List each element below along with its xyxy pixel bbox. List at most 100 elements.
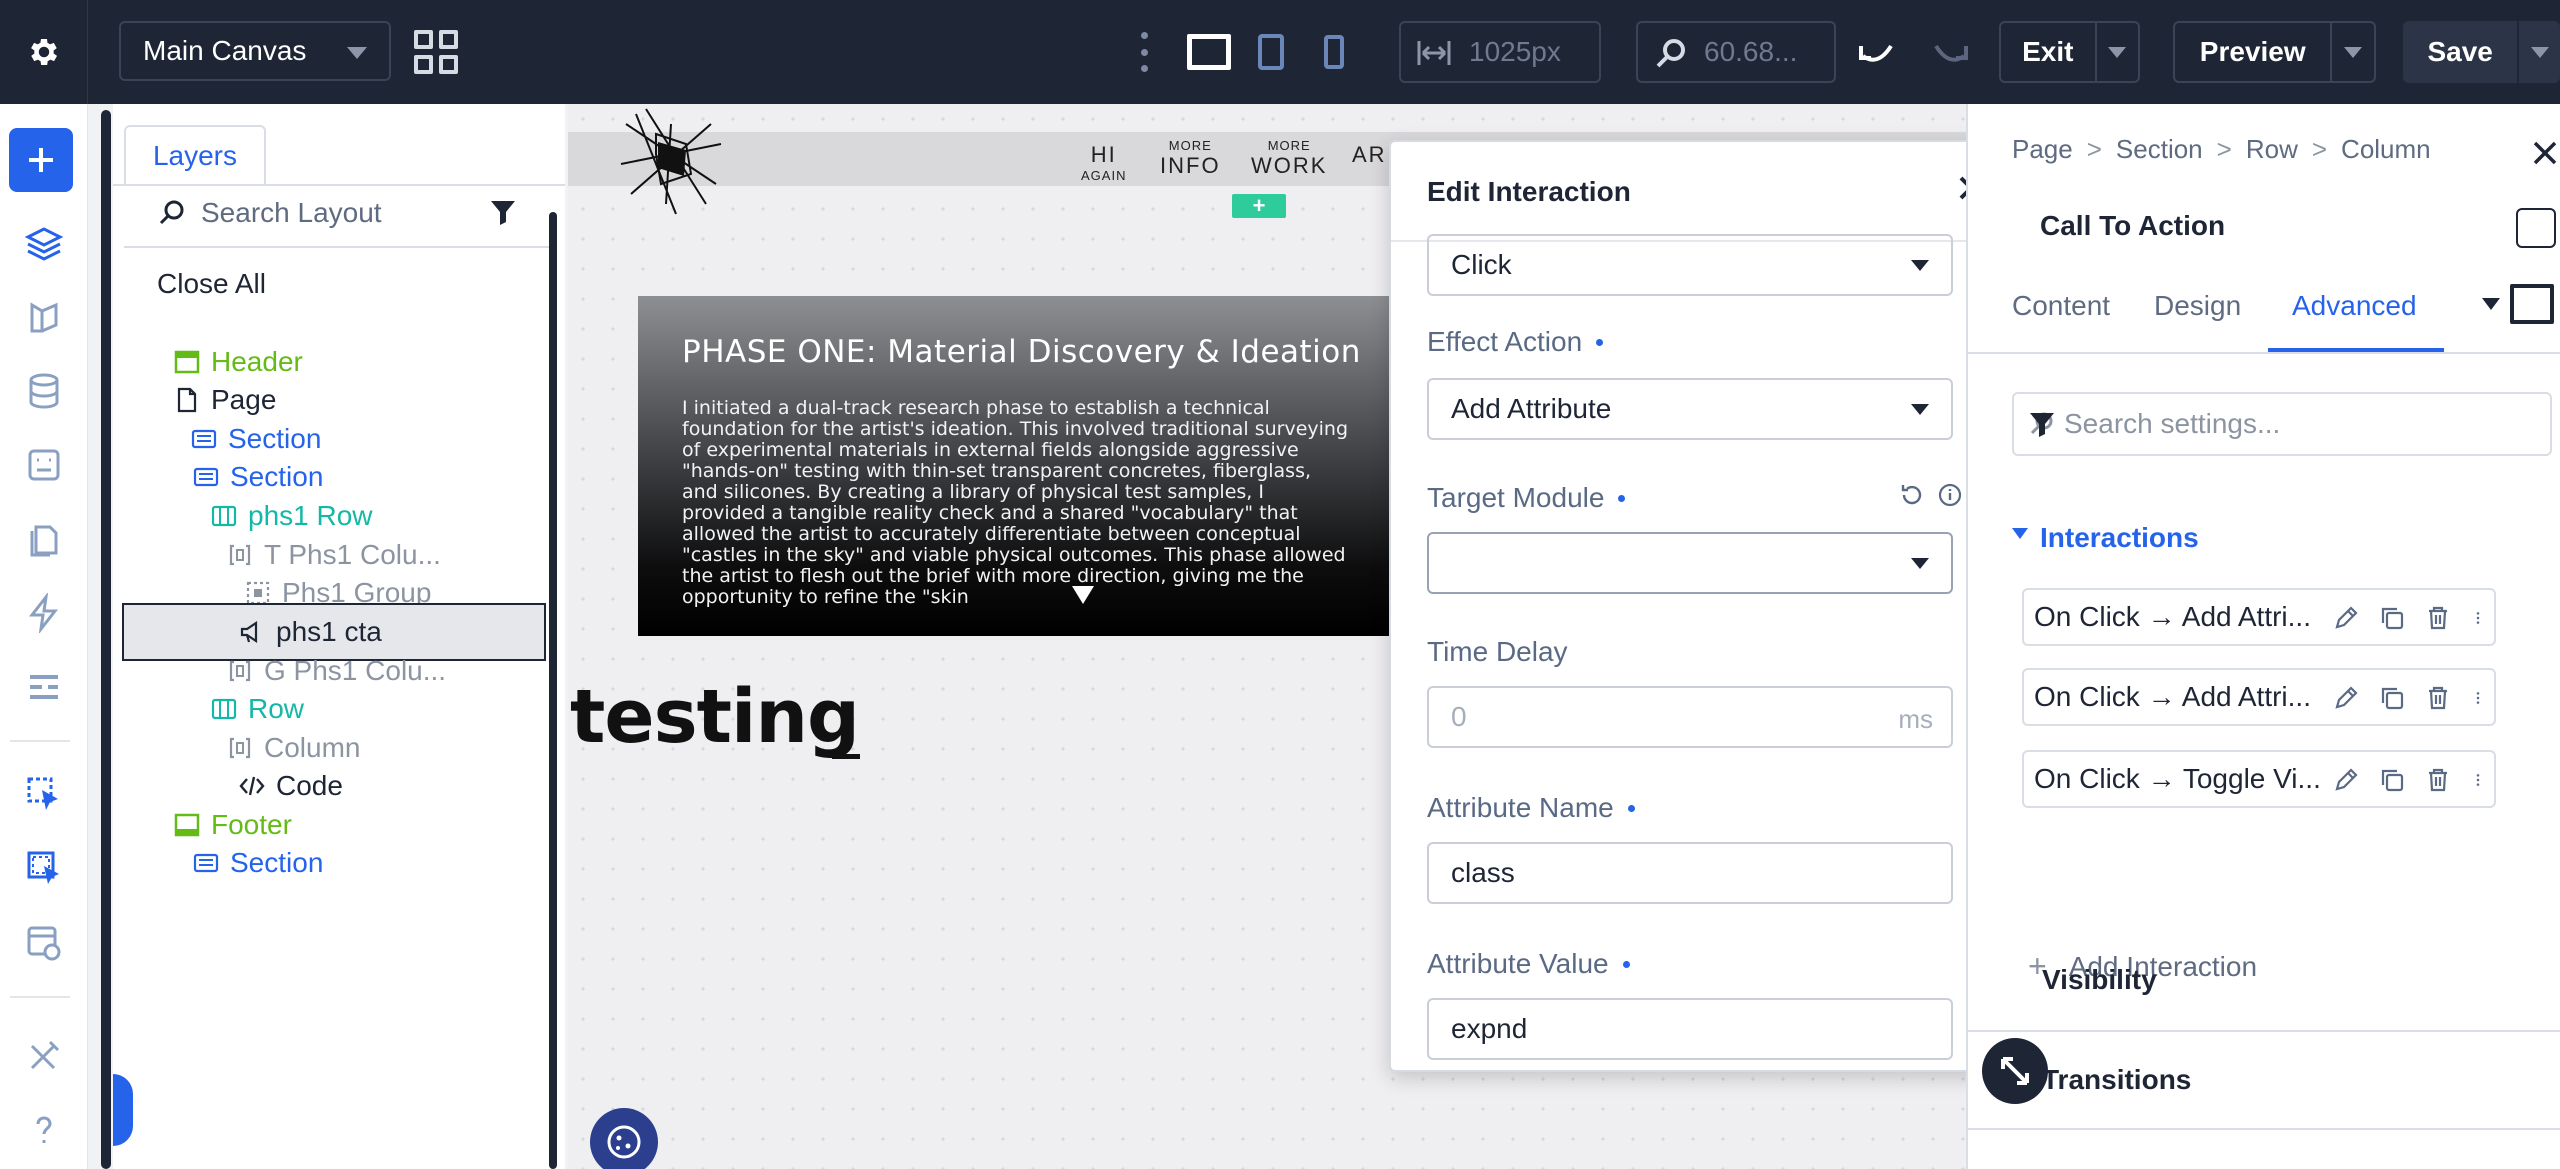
duplicate-icon[interactable] [2378, 604, 2406, 632]
interactions-heading[interactable]: Interactions [2040, 522, 2199, 554]
tab-layers[interactable]: Layers [124, 125, 266, 185]
breadcrumb-row[interactable]: Row [2246, 134, 2298, 165]
chevron-down-icon[interactable] [2012, 528, 2028, 539]
cookie-icon[interactable] [590, 1108, 658, 1169]
panel-toggle-icon[interactable] [2516, 208, 2556, 248]
nav-item-label: AR [1352, 142, 1387, 167]
add-element-button[interactable] [9, 128, 73, 192]
more-vertical-icon[interactable] [2470, 766, 2486, 794]
site-nav-item[interactable]: HI AGAIN [1081, 142, 1126, 183]
breadcrumb-column[interactable]: Column [2341, 134, 2431, 165]
help-icon[interactable] [22, 1108, 66, 1152]
breadcrumb-page[interactable]: Page [2012, 134, 2073, 165]
layers-scrollbar[interactable] [549, 212, 557, 1169]
resize-icon[interactable] [1982, 1038, 2048, 1104]
multi-interactions-icon[interactable] [22, 846, 66, 890]
testing-heading[interactable]: testing [570, 674, 860, 760]
site-nav-item[interactable]: MORE WORK [1251, 138, 1327, 179]
templates-icon[interactable] [22, 665, 66, 709]
interaction-item[interactable]: On Click → Add Attri... [2022, 588, 2496, 646]
visibility-section[interactable]: Visibility [2042, 964, 2157, 996]
filter-icon[interactable] [2028, 410, 2056, 438]
breadcrumb-section[interactable]: Section [2116, 134, 2203, 165]
target-module-select[interactable] [1427, 532, 1953, 594]
preview-button[interactable]: Preview [2175, 23, 2333, 81]
layers-icon[interactable] [22, 221, 66, 265]
nav-item-label: INFO [1160, 153, 1221, 178]
time-delay-label: Time Delay [1427, 636, 1568, 667]
forms-icon[interactable] [22, 443, 66, 487]
chevron-down-icon [1911, 404, 1929, 415]
trash-icon[interactable] [2424, 604, 2452, 632]
redo-icon[interactable] [1930, 32, 1970, 72]
close-all-button[interactable]: Close All [157, 255, 266, 313]
canvas-select-value: Main Canvas [143, 35, 307, 66]
interaction-item[interactable]: On Click → Add Attri... [2022, 668, 2496, 726]
settings-search-input[interactable]: Search settings... [2012, 392, 2552, 456]
edit-icon[interactable] [2332, 684, 2360, 712]
expand-arrow-icon[interactable] [1072, 586, 1094, 604]
reset-icon[interactable] [1899, 482, 1925, 508]
save-button[interactable]: Save [2403, 21, 2520, 83]
site-nav-item[interactable]: AR [1352, 142, 1387, 168]
rail-scrollbar[interactable] [101, 110, 111, 1169]
trash-icon[interactable] [2424, 684, 2452, 712]
attribute-value-input[interactable]: expnd [1427, 998, 1953, 1060]
interactions-icon[interactable] [22, 772, 66, 816]
close-icon[interactable] [2530, 138, 2560, 168]
preset-square-icon[interactable] [2510, 284, 2554, 324]
lightning-icon[interactable] [22, 591, 66, 635]
phone-view-icon[interactable] [1320, 28, 1348, 76]
trash-icon[interactable] [2424, 766, 2452, 794]
phase-title: PHASE ONE: Material Discovery & Ideation [682, 334, 1361, 370]
site-logo[interactable] [616, 104, 726, 224]
attribute-name-input[interactable]: class [1427, 842, 1953, 904]
edit-icon[interactable] [2332, 604, 2360, 632]
save-dropdown[interactable] [2519, 21, 2560, 83]
preview-dropdown[interactable] [2332, 23, 2374, 81]
tab-content[interactable]: Content [2012, 290, 2110, 322]
chevron-down-icon[interactable] [2482, 298, 2500, 310]
transitions-section[interactable]: Transitions [2042, 1064, 2191, 1096]
exit-button[interactable]: Exit [2001, 23, 2097, 81]
more-vertical-icon[interactable] [2470, 684, 2486, 712]
styles-icon[interactable] [22, 295, 66, 339]
divider [1968, 1128, 2560, 1130]
time-delay-input[interactable]: 0 ms [1427, 686, 1953, 748]
more-vertical-icon[interactable] [2470, 604, 2486, 632]
zoom-field[interactable]: 60.68... [1636, 21, 1836, 83]
interaction-item[interactable]: On Click → Toggle Vi... [2022, 750, 2496, 808]
trigger-select[interactable]: Click [1427, 234, 1953, 296]
left-icon-rail [0, 104, 88, 1169]
info-icon[interactable] [1937, 482, 1963, 508]
duplicate-icon[interactable] [2378, 766, 2406, 794]
more-vertical-icon[interactable] [1140, 32, 1148, 72]
canvas-width-field[interactable]: 1025px [1399, 21, 1601, 83]
layer-item[interactable]: Section [192, 834, 323, 892]
settings-tabs: Content Design Advanced [1968, 264, 2560, 354]
settings-gear-icon[interactable] [0, 0, 88, 104]
desktop-view-icon[interactable] [1186, 28, 1232, 76]
canvas-select[interactable]: Main Canvas [119, 21, 391, 81]
tablet-view-icon[interactable] [1256, 28, 1286, 76]
filter-icon[interactable] [489, 198, 517, 226]
exit-dropdown[interactable] [2097, 23, 2138, 81]
grid-view-icon[interactable] [414, 30, 458, 74]
section-icon [192, 849, 220, 877]
undo-icon[interactable] [1857, 32, 1897, 72]
tools-icon[interactable] [22, 1034, 66, 1078]
edit-icon[interactable] [2332, 766, 2360, 794]
nav-item-label: HI [1090, 142, 1117, 167]
tab-design[interactable]: Design [2154, 290, 2241, 322]
settings-panel: Page > Section > Row > Column Call To Ac… [1966, 104, 2560, 1169]
interaction-label: On Click → Toggle Vi... [2034, 763, 2321, 794]
add-nav-item-button[interactable]: + [1232, 193, 1286, 218]
tab-advanced[interactable]: Advanced [2292, 290, 2417, 322]
pages-icon[interactable] [22, 517, 66, 561]
site-nav-item[interactable]: MORE INFO [1160, 138, 1221, 179]
preview-visibility-icon[interactable] [22, 920, 66, 964]
duplicate-icon[interactable] [2378, 684, 2406, 712]
effect-action-select[interactable]: Add Attribute [1427, 378, 1953, 440]
panel-handle[interactable] [113, 1074, 133, 1146]
database-icon[interactable] [22, 369, 66, 413]
